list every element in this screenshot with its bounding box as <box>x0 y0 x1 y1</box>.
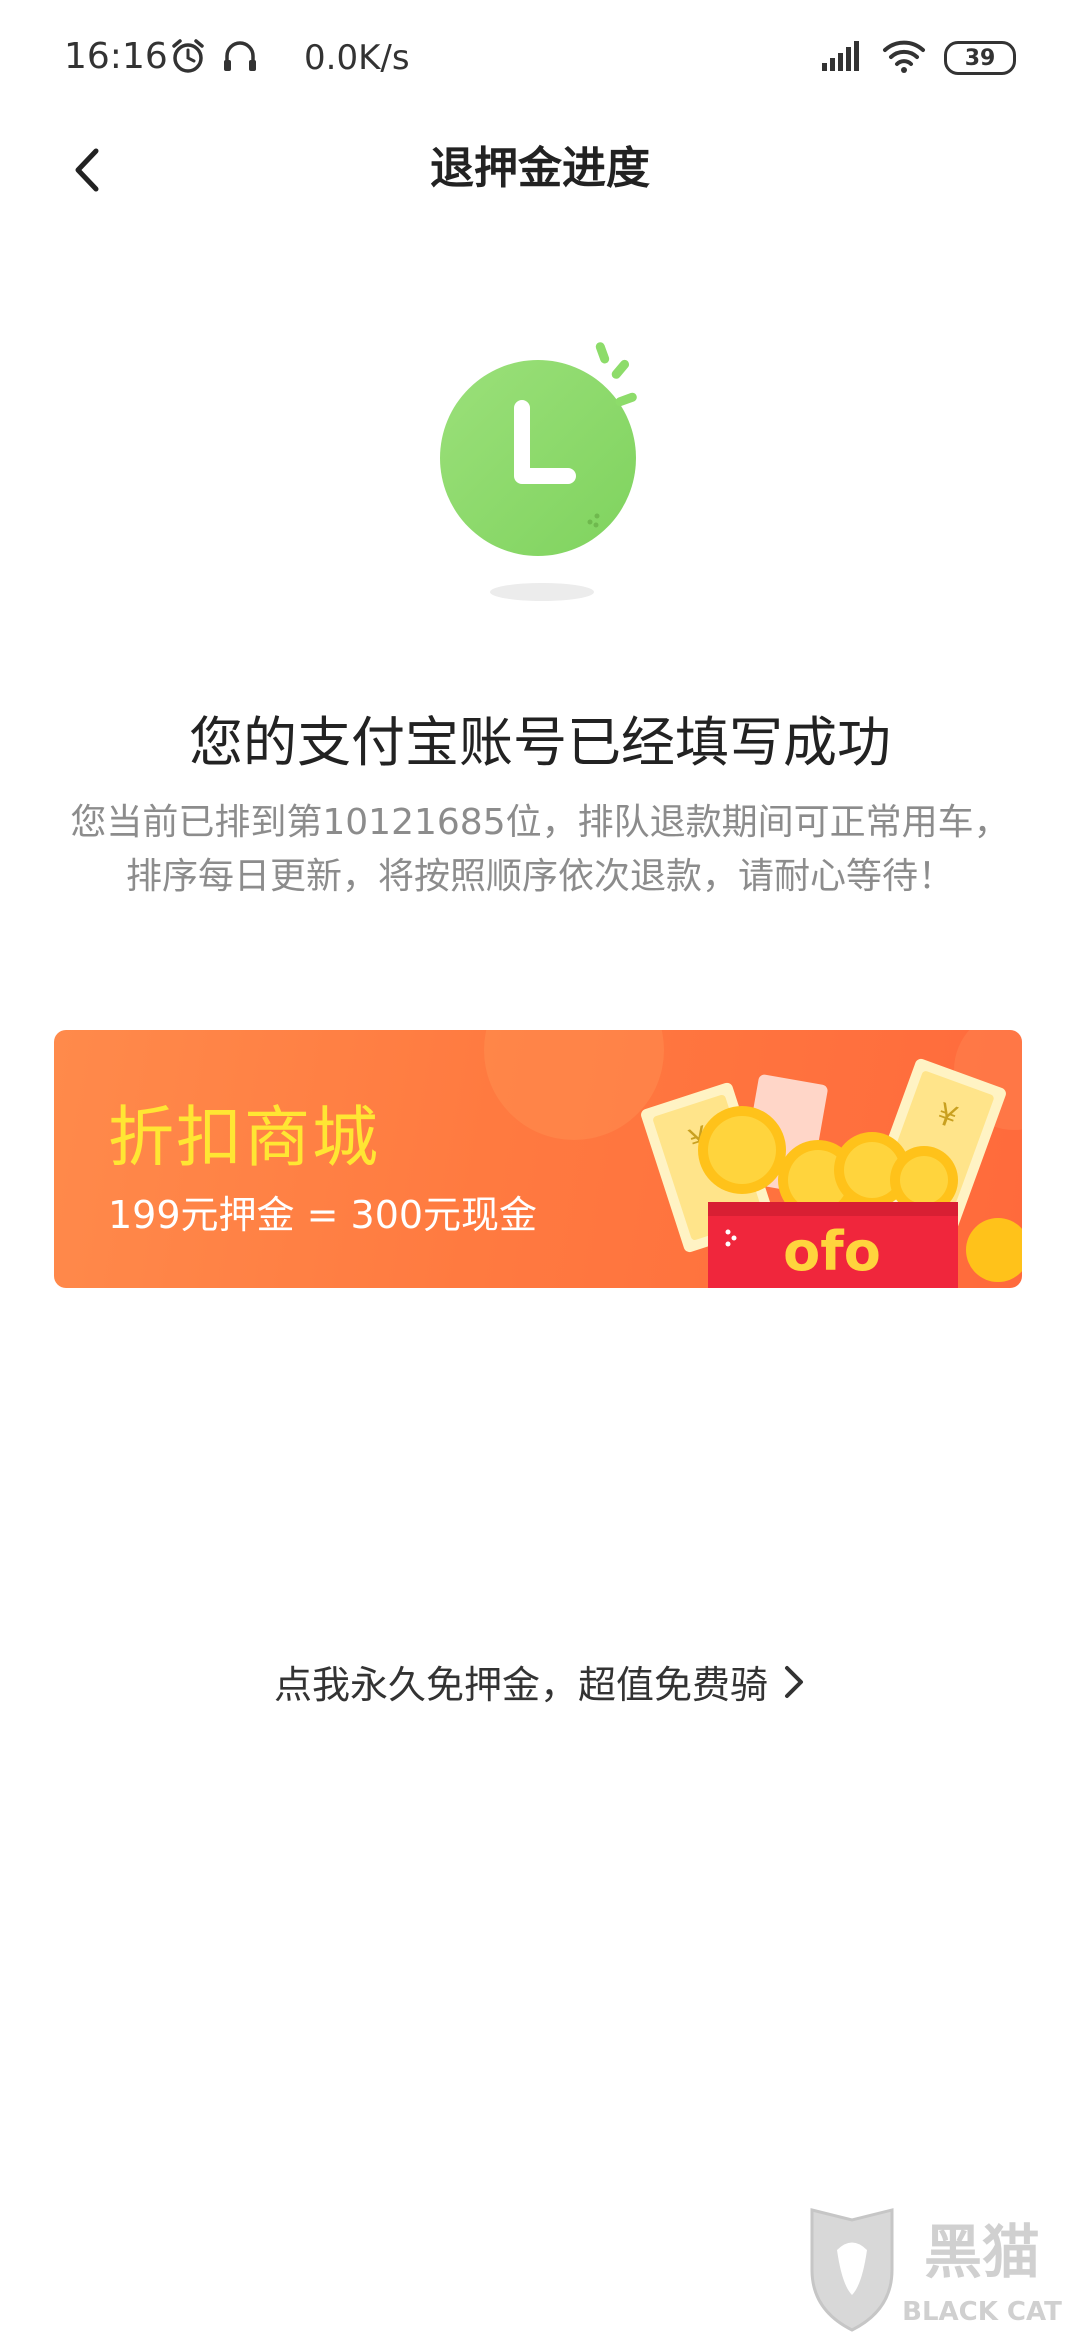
watermark-cn: 黑猫 <box>924 2218 1040 2286</box>
signal-icon <box>822 41 864 75</box>
status-time: 16:16 <box>64 36 168 77</box>
status-right-icons: 39 <box>822 36 1016 80</box>
network-speed: 0.0K/s <box>304 38 410 78</box>
nav-bar: 退押金进度 <box>0 120 1080 230</box>
queue-description: 您当前已排到第10121685位，排队退款期间可正常用车，排序每日更新，将按照顺… <box>70 802 1010 897</box>
alarm-icon <box>168 36 208 76</box>
free-deposit-link[interactable]: 点我永久免押金，超值免费骑 <box>0 1654 1080 1709</box>
banner-subtitle: 199元押金 = 300元现金 <box>108 1193 538 1237</box>
headphones-icon <box>220 36 260 76</box>
success-title: 您的支付宝账号已经填写成功 <box>189 711 891 774</box>
black-cat-watermark: 黑猫 BLACK CAT <box>792 2200 1072 2340</box>
page-title: 退押金进度 <box>430 143 650 194</box>
chevron-right-icon <box>785 1665 803 1698</box>
free-deposit-label: 点我永久免押金，超值免费骑 <box>273 1663 768 1707</box>
watermark-en: BLACK CAT <box>902 2297 1062 2327</box>
clock-illustration <box>420 330 660 610</box>
discount-mall-banner[interactable]: 折扣商城 199元押金 = 300元现金 ¥ ¥ ofo <box>54 1030 1022 1288</box>
banner-title: 折扣商城 <box>108 1099 380 1176</box>
status-bar: 16:16 0.0K/s 39 <box>0 0 1080 120</box>
ofo-logo: ofo <box>783 1220 881 1283</box>
battery-level: 39 <box>964 45 996 71</box>
wifi-icon <box>882 39 926 77</box>
black-cat-logo-icon: 黑猫 BLACK CAT <box>810 2208 1062 2332</box>
red-packet-illustration: ¥ ¥ ofo <box>622 1030 1022 1288</box>
battery-icon: 39 <box>944 41 1016 75</box>
clock-icon <box>440 342 637 601</box>
